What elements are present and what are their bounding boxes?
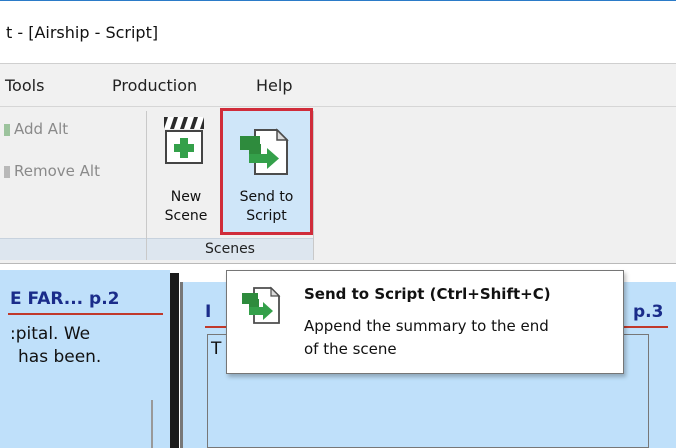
send-to-script-icon [242,286,281,324]
scene-card-page: p.3 [633,302,664,322]
scene-card-left[interactable]: E FAR... p.2 :pital. We has been. [0,270,170,448]
window-title: t - [Airship - Script] [6,23,159,42]
add-alt-button[interactable]: Add Alt [2,118,142,142]
send-to-script-button[interactable]: Send to Script [220,108,313,235]
remove-alt-label: Remove Alt [14,162,100,180]
new-scene-button[interactable]: New Scene [153,108,219,235]
card-divider [170,273,179,448]
card-body-line-2: has been. [18,347,102,367]
title-bar: t - [Airship - Script] [0,0,676,63]
card-title-rule [8,313,163,315]
group-separator-2 [313,111,314,260]
new-scene-label-1: New [170,189,202,205]
menu-tools[interactable]: Tools [5,76,44,95]
send-to-script-label-2: Script [246,208,287,224]
send-to-script-label-1: Send to [239,189,294,205]
card-scroll-edge [151,400,153,448]
card-body-line-1: :pital. We [10,324,91,344]
add-alt-label: Add Alt [14,120,69,138]
add-alt-icon [4,124,10,136]
scene-card-title-start: I [205,302,212,322]
summary-text: T [211,339,222,359]
scenes-group-label-bar: Scenes [147,238,313,260]
menu-bar: Tools Production Help [0,63,676,107]
remove-alt-button[interactable]: Remove Alt [2,160,142,184]
tooltip-title: Send to Script (Ctrl+Shift+C) [304,285,551,303]
send-to-script-icon [240,128,289,175]
tooltip-description-line-1: Append the summary to the end [304,317,549,335]
scene-card-title: E FAR... p.2 [10,289,120,309]
remove-alt-icon [4,166,10,178]
scenes-group-label: Scenes [205,241,255,257]
menu-production[interactable]: Production [112,76,197,95]
new-scene-label-2: Scene [164,208,208,224]
tooltip: Send to Script (Ctrl+Shift+C) Append the… [226,270,624,374]
alts-group-label-bar [0,238,146,260]
menu-help[interactable]: Help [256,76,292,95]
new-scene-icon [164,117,204,164]
tooltip-description-line-2: of the scene [304,340,397,358]
